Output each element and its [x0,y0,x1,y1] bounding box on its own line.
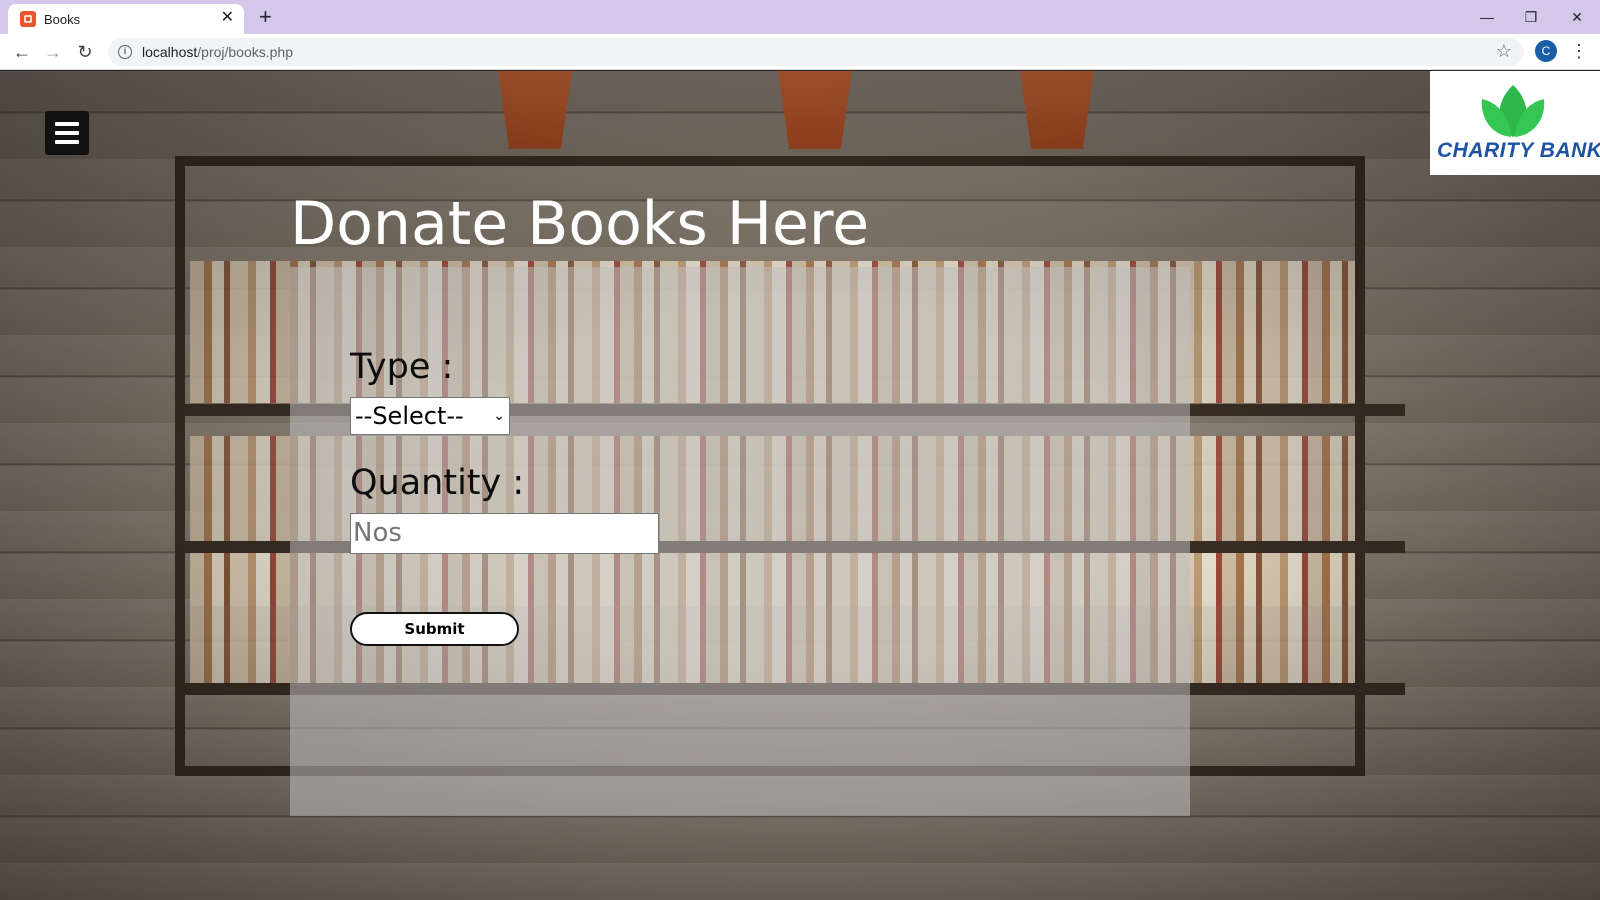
page-background: CHARITY BANK Donate Books Here Type : --… [0,71,1600,900]
type-select[interactable]: --Select-- ⌄ [350,397,510,435]
donation-form: Type : --Select-- ⌄ Quantity : Nos Submi… [290,267,1190,816]
forward-button[interactable]: → [40,39,66,65]
browser-toolbar: ← → ↻ i localhost/proj/books.php ☆ C ⋮ [0,34,1600,70]
type-select-value: --Select-- [355,402,464,430]
tab-title: Books [44,12,81,27]
tab-close-icon[interactable]: ✕ [221,9,234,27]
page-title: Donate Books Here [290,189,870,259]
star-icon[interactable]: ☆ [1496,41,1512,62]
hamburger-menu-icon[interactable] [45,111,89,155]
quantity-input[interactable]: Nos [350,513,659,554]
reload-button[interactable]: ↻ [72,39,98,65]
url-path: /proj/books.php [197,44,293,60]
tab-books[interactable]: Books ✕ [8,4,244,34]
minimize-button[interactable]: — [1464,4,1510,30]
restore-button[interactable]: ❐ [1508,4,1554,30]
quantity-placeholder: Nos [353,518,402,548]
quantity-label: Quantity : [350,463,525,503]
chevron-down-icon: ⌄ [493,408,505,424]
kebab-menu-icon[interactable]: ⋮ [1570,40,1588,62]
info-icon[interactable]: i [118,45,132,59]
back-button[interactable]: ← [9,39,35,65]
type-label: Type : [350,347,454,387]
close-window-button[interactable]: ✕ [1554,4,1600,30]
url-host: localhost [142,44,198,60]
new-tab-button[interactable]: + [259,5,272,29]
browser-tab-bar: Books ✕ + — ❐ ✕ [0,0,1600,34]
charity-bank-logo[interactable]: CHARITY BANK [1430,71,1600,175]
profile-avatar[interactable]: C [1535,40,1557,62]
leaf-logo-icon [1481,85,1545,137]
submit-button[interactable]: Submit [350,612,519,646]
logo-text: CHARITY BANK [1437,139,1600,162]
address-bar[interactable]: i localhost/proj/books.php ☆ [108,38,1524,66]
favicon-icon [20,11,36,27]
url-text[interactable]: localhost/proj/books.php [142,44,293,60]
